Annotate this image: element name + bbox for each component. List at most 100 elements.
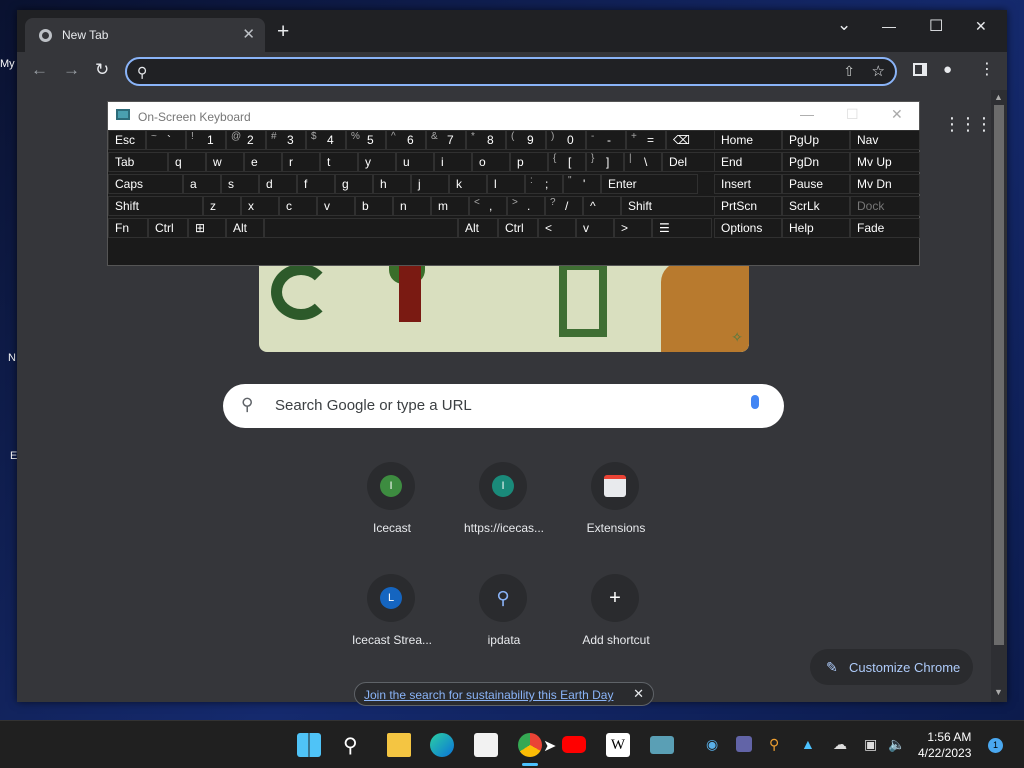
reload-button[interactable]: ↻ [95,61,109,79]
start-icon[interactable] [297,733,321,757]
osk-key[interactable]: ? / [545,196,583,216]
osk-key[interactable]: z [203,196,241,216]
cloud-icon[interactable]: ☁ [833,736,847,753]
osk-key[interactable]: -- [586,130,626,150]
osk-key[interactable]: % 5 [346,130,386,150]
osk-key[interactable]: m [431,196,469,216]
osk-nav-key[interactable]: Mv Dn [850,174,920,194]
osk-key[interactable]: ^ 6 [386,130,426,150]
osk-key[interactable] [264,218,458,238]
osk-key[interactable]: @2 [226,130,266,150]
osk-key[interactable]: x [241,196,279,216]
earth-day-link[interactable]: Join the search for sustainability this … [364,688,613,702]
osk-nav-key[interactable]: Fade [850,218,920,238]
store-icon[interactable] [474,733,498,757]
osk-nav-key[interactable]: Options [714,218,782,238]
osk-key[interactable]: c [279,196,317,216]
osk-key[interactable]: y [358,152,396,172]
osk-key[interactable]: ! 1 [186,130,226,150]
osk-key[interactable]: u [396,152,434,172]
voice-search-icon[interactable] [751,395,759,409]
profile-icon[interactable]: ● [943,61,952,79]
osk-key[interactable]: k [449,174,487,194]
tray-app-icon[interactable]: ⚲ [769,736,779,753]
new-tab-button[interactable]: + [277,21,289,42]
osk-key[interactable]: $4 [306,130,346,150]
osk-key[interactable]: s [221,174,259,194]
desktop-icon-1[interactable]: My [0,58,18,70]
osk-key[interactable]: Shift [108,196,203,216]
shortcut-ipdata[interactable]: ⚲ ipdata [448,574,560,674]
close-icon[interactable]: ✕ [633,686,644,702]
osk-nav-key[interactable]: Nav [850,130,920,150]
shortcut-icecast[interactable]: I Icecast [336,462,448,562]
scrollbar-thumb[interactable] [994,105,1004,645]
osk-key[interactable]: a [183,174,221,194]
osk-key[interactable]: * 8 [466,130,506,150]
osk-nav-key[interactable]: Dock [850,196,920,216]
osk-key[interactable]: d [259,174,297,194]
wikipedia-icon[interactable]: W [606,733,630,757]
osk-nav-key[interactable]: ScrLk [782,196,850,216]
osk-key[interactable]: p [510,152,548,172]
scroll-up-icon[interactable]: ▲ [994,92,1003,102]
teams-icon[interactable] [736,736,752,752]
osk-key[interactable]: b [355,196,393,216]
shortcut-icecast-stream[interactable]: L Icecast Strea... [336,574,448,674]
osk-nav-key[interactable]: Help [782,218,850,238]
clock[interactable]: 1:56 AM 4/22/2023 [918,729,971,761]
osk-key[interactable]: > [614,218,652,238]
osk-nav-key[interactable]: PgUp [782,130,850,150]
side-panel-icon[interactable] [913,63,927,76]
bookmark-star-icon[interactable]: ☆ [872,62,885,80]
osk-nav-key[interactable]: PrtScn [714,196,782,216]
osk-key[interactable]: Shift [621,196,718,216]
tab-search-dropdown-icon[interactable]: ⌄ [837,15,851,35]
osk-key[interactable]: " ' [563,174,601,194]
back-button[interactable]: ← [31,61,48,79]
google-search-box[interactable]: ⚲ Search Google or type a URL [223,384,784,428]
file-explorer-icon[interactable] [387,733,411,757]
scroll-down-icon[interactable]: ▼ [994,687,1003,697]
osk-nav-key[interactable]: End [714,152,782,172]
osk-key[interactable]: Alt [458,218,498,238]
osk-key[interactable]: n [393,196,431,216]
osk-key[interactable]: r [282,152,320,172]
youtube-icon[interactable] [562,736,586,753]
doodle-share-icon[interactable]: ✧ [731,329,743,346]
osk-nav-key[interactable]: Home [714,130,782,150]
shortcut-extensions[interactable]: Extensions [560,462,672,562]
notification-badge[interactable]: 1 [988,738,1003,753]
edge-icon[interactable] [430,733,454,757]
osk-key[interactable]: v [576,218,614,238]
apps-grid-icon[interactable]: ⋮⋮⋮ [943,114,993,135]
osk-key[interactable]: e [244,152,282,172]
maximize-button[interactable]: ☐ [929,16,943,36]
osk-key[interactable]: <, [469,196,507,216]
osk-minimize-button[interactable]: — [800,106,814,122]
osk-nav-key[interactable]: Pause [782,174,850,194]
osk-key[interactable]: g [335,174,373,194]
search-icon[interactable]: ⚲ [343,733,367,757]
osk-key[interactable]: }] [586,152,624,172]
osk-key[interactable]: h [373,174,411,194]
osk-key[interactable]: ) 0 [546,130,586,150]
osk-key[interactable]: Fn [108,218,148,238]
share-icon[interactable]: ⇧ [843,63,855,79]
osk-key[interactable]: Alt [226,218,264,238]
osk-key[interactable]: ^ [583,196,621,216]
address-bar[interactable]: ⚲ ⇧ ☆ [125,57,897,86]
osk-nav-key[interactable]: Mv Up [850,152,920,172]
volume-icon[interactable]: 🔈 [888,736,905,753]
osk-key[interactable]: >. [507,196,545,216]
osk-key[interactable]: q [168,152,206,172]
osk-close-button[interactable]: ✕ [891,106,903,123]
osk-key[interactable]: (9 [506,130,546,150]
osk-key[interactable]: Ctrl [148,218,188,238]
tab-new-tab[interactable]: New Tab ✕ [25,18,265,52]
forward-button[interactable]: → [63,61,80,79]
google-doodle[interactable]: ✧ [259,262,749,352]
osk-nav-key[interactable]: Insert [714,174,782,194]
osk-key[interactable]: w [206,152,244,172]
osk-nav-key[interactable]: PgDn [782,152,850,172]
